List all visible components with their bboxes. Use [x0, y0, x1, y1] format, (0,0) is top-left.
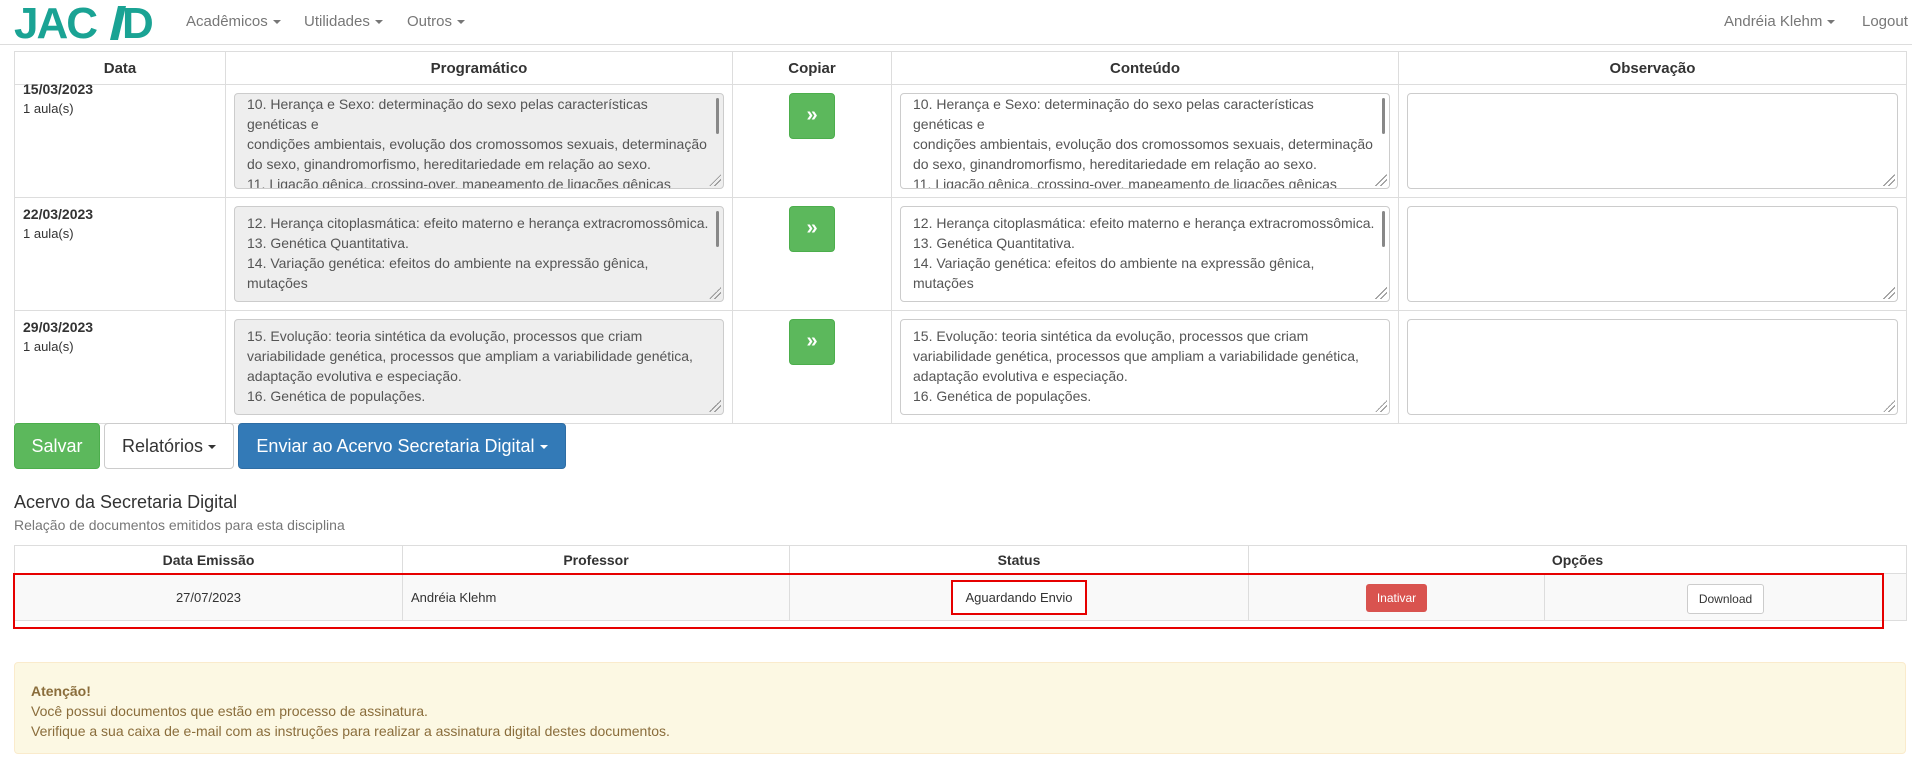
caret-down-icon — [1827, 20, 1836, 25]
scrollbar[interactable] — [1382, 211, 1385, 247]
conteudo-textarea[interactable]: 15. Evolução: teoria sintética da evoluç… — [900, 319, 1390, 415]
header-programatico: Programático — [225, 51, 733, 85]
nav-outros[interactable]: Outros — [407, 13, 466, 30]
resize-handle-icon[interactable] — [709, 287, 721, 299]
user-menu[interactable]: Andréia Klehm — [1724, 13, 1836, 30]
alert-line: Verifique a sua caixa de e-mail com as i… — [31, 723, 670, 739]
programatico-textarea[interactable]: 12. Herança citoplasmática: efeito mater… — [234, 206, 724, 302]
lesson-count: 1 aula(s) — [23, 339, 74, 354]
copy-button[interactable]: » — [789, 206, 835, 252]
header-data: Data — [14, 51, 226, 85]
resize-handle-icon[interactable] — [1883, 174, 1895, 186]
copy-button[interactable]: » — [789, 319, 835, 365]
scrollbar[interactable] — [1382, 98, 1385, 134]
observacao-textarea[interactable] — [1407, 93, 1898, 189]
resize-handle-icon[interactable] — [709, 400, 721, 412]
doc-date: 27/07/2023 — [14, 573, 403, 621]
caret-down-icon — [457, 20, 466, 25]
jacad-logo[interactable]: JAC D — [14, 0, 162, 45]
header-copiar: Copiar — [732, 51, 892, 85]
observacao-textarea[interactable] — [1407, 319, 1898, 415]
caret-down-icon — [272, 20, 281, 25]
status-badge: Aguardando Envio — [950, 580, 1088, 615]
download-button[interactable]: Download — [1686, 584, 1765, 614]
nav-academicos[interactable]: Acadêmicos — [186, 13, 281, 30]
resize-handle-icon[interactable] — [1375, 400, 1387, 412]
svg-text:JAC: JAC — [14, 2, 97, 44]
doc-professor: Andréia Klehm — [402, 573, 790, 621]
lesson-count: 1 aula(s) — [23, 101, 74, 116]
caret-down-icon — [208, 445, 217, 450]
save-button[interactable]: Salvar — [14, 423, 100, 469]
resize-handle-icon[interactable] — [709, 174, 721, 186]
send-to-archive-dropdown-button[interactable]: Enviar ao Acervo Secretaria Digital — [238, 423, 566, 469]
table-row: 29/03/2023 1 aula(s) 15. Evolução: teori… — [14, 310, 1907, 424]
programatico-textarea[interactable]: 15. Evolução: teoria sintética da evoluç… — [234, 319, 724, 415]
scrollbar[interactable] — [716, 211, 719, 247]
scrollbar[interactable] — [716, 98, 719, 134]
table-row: 15/03/2023 1 aula(s) 10. Herança e Sexo:… — [14, 81, 1907, 198]
warning-alert: Atenção! Você possui documentos que estã… — [14, 662, 1906, 754]
section-subtitle: Relação de documentos emitidos para esta… — [14, 517, 345, 533]
lesson-plan-table: Data Programático Copiar Conteúdo Observ… — [14, 51, 1907, 424]
section-title: Acervo da Secretaria Digital — [14, 492, 238, 512]
alert-line: Você possui documentos que estão em proc… — [31, 703, 428, 719]
caret-down-icon — [539, 445, 548, 450]
copy-button[interactable]: » — [789, 93, 835, 139]
top-navbar: JAC D Acadêmicos Utilidades Outros André… — [0, 0, 1912, 45]
resize-handle-icon[interactable] — [1375, 174, 1387, 186]
lesson-date: 22/03/2023 — [23, 206, 94, 222]
svg-text:D: D — [122, 2, 154, 44]
resize-handle-icon[interactable] — [1375, 287, 1387, 299]
reports-dropdown-button[interactable]: Relatórios — [104, 423, 234, 469]
observacao-textarea[interactable] — [1407, 206, 1898, 302]
lesson-count: 1 aula(s) — [23, 226, 74, 241]
header-data-emissao: Data Emissão — [14, 545, 403, 574]
lesson-date: 29/03/2023 — [23, 319, 94, 335]
resize-handle-icon[interactable] — [1883, 400, 1895, 412]
caret-down-icon — [374, 20, 383, 25]
documents-table: Data Emissão Professor Status Opções 27/… — [14, 545, 1908, 621]
table-row: 22/03/2023 1 aula(s) 12. Herança citopla… — [14, 197, 1907, 311]
header-status: Status — [789, 545, 1249, 574]
conteudo-textarea[interactable]: 12. Herança citoplasmática: efeito mater… — [900, 206, 1390, 302]
table-row: 27/07/2023 Andréia Klehm Aguardando Envi… — [14, 573, 1908, 621]
nav-utilidades[interactable]: Utilidades — [304, 13, 383, 30]
alert-title: Atenção! — [31, 683, 91, 699]
conteudo-textarea[interactable]: 10. Herança e Sexo: determinação do sexo… — [900, 93, 1390, 189]
lesson-date: 15/03/2023 — [23, 81, 94, 97]
inactivate-button[interactable]: Inativar — [1365, 584, 1428, 612]
header-observacao: Observação — [1398, 51, 1907, 85]
header-opcoes: Opções — [1247, 545, 1908, 574]
resize-handle-icon[interactable] — [1883, 287, 1895, 299]
header-professor: Professor — [402, 545, 790, 574]
programatico-textarea[interactable]: 10. Herança e Sexo: determinação do sexo… — [234, 93, 724, 189]
header-conteudo: Conteúdo — [891, 51, 1399, 85]
logout-link[interactable]: Logout — [1862, 13, 1908, 30]
